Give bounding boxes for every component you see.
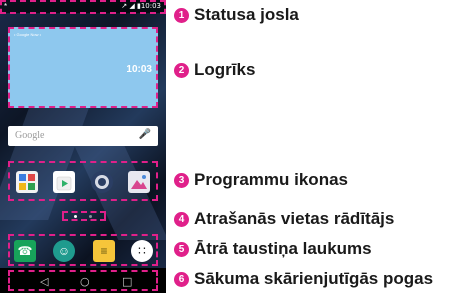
callout-widget: 2 Logrīks [174,59,255,81]
phone-icon[interactable]: ☎ [14,240,36,262]
apps-icon[interactable]: ∷ [131,240,153,262]
search-bar[interactable]: Google 🎤 [8,126,158,146]
gallery-icon[interactable] [128,171,150,193]
quick-keys-area: ☎ ☺ ≡ ∷ [8,234,158,266]
search-placeholder: Google [15,130,45,141]
play-store-icon[interactable] [53,171,75,193]
callout-number: 3 [174,172,189,188]
microphone-icon[interactable]: 🎤 [139,129,151,140]
status-bar-highlight [0,0,166,14]
page-dot [74,215,77,218]
phone-screen: * ↗ ◢ ▮10:03 • Google Now • 10:03 Google… [0,0,166,293]
callout-location-indicator: 4 Atrašanās vietas rādītājs [174,208,394,230]
callout-label: Logrīks [194,60,256,79]
callout-number: 2 [174,62,189,78]
clock-widget[interactable]: • Google Now • 10:03 [8,27,158,108]
wallpaper-shard [0,100,92,220]
callout-number: 5 [174,241,189,257]
callout-label: Sākuma skārienjutīgās pogas [194,269,434,288]
callout-home-buttons: 6 Sākuma skārienjutīgās pogas [174,268,433,290]
page-indicator [62,211,106,221]
callout-number: 1 [174,7,189,23]
callout-number: 4 [174,211,189,227]
callout-number: 6 [174,271,189,287]
recent-apps-icon[interactable]: □ [122,275,132,288]
contacts-icon[interactable]: ☺ [53,240,75,262]
callout-label: Statusa josla [194,5,299,24]
back-icon[interactable]: ◁ [40,275,48,288]
apps-grid-icon[interactable] [16,171,38,193]
home-icon[interactable]: ○ [80,275,90,288]
widget-time: 10:03 [126,64,152,75]
callout-label: Atrašanās vietas rādītājs [194,209,395,228]
camera-icon[interactable] [91,171,113,193]
callout-status-bar: 1 Statusa josla [174,4,299,26]
callout-label: Programmu ikonas [194,170,348,189]
home-touch-buttons: ◁ ○ □ [8,270,158,291]
callout-quick-keys: 5 Ātrā taustiņa laukums [174,238,372,260]
widget-caption: • Google Now • [14,32,42,37]
callout-app-icons: 3 Programmu ikonas [174,169,348,191]
callout-label: Ātrā taustiņa laukums [194,239,372,258]
app-icons-area [8,161,158,201]
messaging-icon[interactable]: ≡ [93,240,115,262]
page-dot [89,215,92,218]
